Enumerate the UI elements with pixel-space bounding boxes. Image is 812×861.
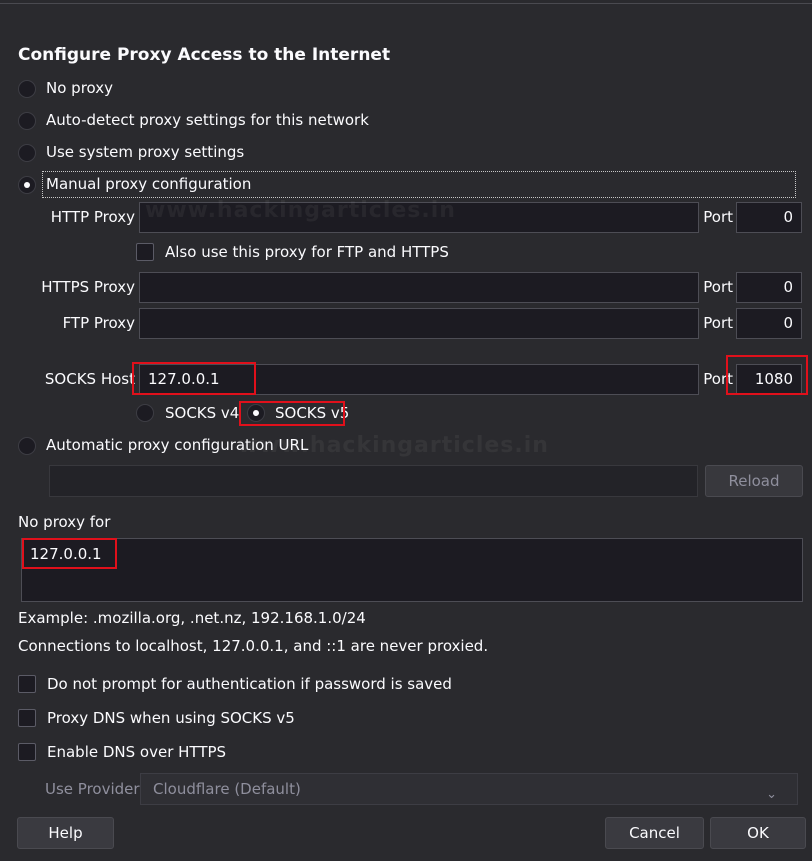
provider-select[interactable]: Cloudflare (Default) ⌄ [140,773,798,805]
https-proxy-label: HTTPS Proxy [41,278,135,296]
localhost-note: Connections to localhost, 127.0.0.1, and… [18,637,489,655]
also-use-proxy-label[interactable]: Also use this proxy for FTP and HTTPS [165,243,449,261]
socks-host-highlight [132,362,256,395]
no-proxy-for-highlight [22,538,117,569]
no-proxy-radio[interactable] [18,80,36,98]
system-proxy-label[interactable]: Use system proxy settings [46,143,244,161]
socks-host-label: SOCKS Host [44,370,135,388]
https-proxy-input[interactable] [139,272,699,303]
chevron-down-icon: ⌄ [766,787,777,802]
proxy-dns-label[interactable]: Proxy DNS when using SOCKS v5 [47,709,295,727]
http-port-input[interactable]: 0 [736,202,802,233]
ftp-proxy-label: FTP Proxy [62,314,135,332]
system-proxy-radio[interactable] [18,144,36,162]
http-proxy-input[interactable] [139,202,699,233]
auto-detect-label[interactable]: Auto-detect proxy settings for this netw… [46,111,369,129]
ftp-port-label: Port [703,314,733,332]
ftp-port-input[interactable]: 0 [736,308,802,339]
no-auth-prompt-checkbox[interactable] [18,675,36,693]
socks-v4-label[interactable]: SOCKS v4 [165,404,239,422]
https-port-label: Port [703,278,733,296]
http-proxy-label: HTTP Proxy [50,208,135,226]
use-provider-label: Use Provider [45,780,140,798]
also-use-proxy-checkbox[interactable] [136,243,154,261]
auto-config-radio[interactable] [18,437,36,455]
auto-config-url-input[interactable] [49,465,698,497]
http-port-label: Port [703,208,733,226]
auto-config-label[interactable]: Automatic proxy configuration URL [46,436,308,454]
dns-over-https-checkbox[interactable] [18,743,36,761]
cancel-button[interactable]: Cancel [605,817,704,849]
https-port-input[interactable]: 0 [736,272,802,303]
dns-over-https-label[interactable]: Enable DNS over HTTPS [47,743,226,761]
auto-detect-radio[interactable] [18,112,36,130]
no-proxy-example: Example: .mozilla.org, .net.nz, 192.168.… [18,609,366,627]
manual-proxy-radio[interactable] [18,176,36,194]
ftp-proxy-input[interactable] [139,308,699,339]
ok-button[interactable]: OK [710,817,806,849]
manual-proxy-label[interactable]: Manual proxy configuration [46,175,251,193]
socks-v4-radio[interactable] [136,404,154,422]
socks-port-highlight [726,355,808,395]
dialog-title: Configure Proxy Access to the Internet [18,45,391,65]
no-proxy-label[interactable]: No proxy [46,79,113,97]
reload-button[interactable]: Reload [705,465,803,497]
help-button[interactable]: Help [17,817,114,849]
no-auth-prompt-label[interactable]: Do not prompt for authentication if pass… [47,675,452,693]
top-divider [0,3,812,4]
proxy-dns-checkbox[interactable] [18,709,36,727]
no-proxy-for-textarea[interactable]: 127.0.0.1 [21,538,803,602]
no-proxy-for-label: No proxy for [18,513,111,531]
socks-v5-highlight [239,401,345,426]
provider-selected-value: Cloudflare (Default) [153,780,301,798]
